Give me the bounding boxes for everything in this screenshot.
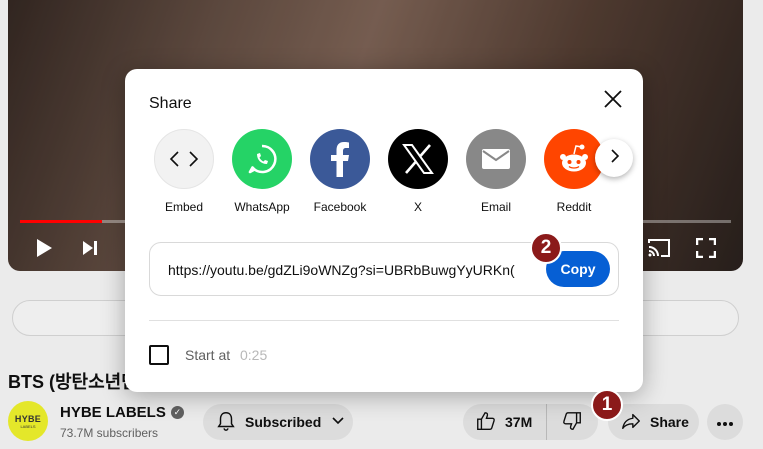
chevron-right-icon xyxy=(607,148,621,169)
share-target-facebook[interactable]: Facebook xyxy=(301,129,379,214)
dialog-title: Share xyxy=(149,95,192,112)
start-at-checkbox[interactable] xyxy=(149,345,169,365)
share-target-whatsapp[interactable]: WhatsApp xyxy=(223,129,301,214)
divider xyxy=(149,320,619,321)
share-url-field[interactable]: https://youtu.be/gdZLi9oWNZg?si=UBRbBuwg… xyxy=(168,262,516,278)
start-at-label: Start at xyxy=(185,347,231,363)
x-icon xyxy=(388,129,448,189)
step-marker-2: 2 xyxy=(530,232,562,264)
share-targets-row: Embed WhatsApp Facebook X Email Reddit xyxy=(153,129,623,219)
target-label: Reddit xyxy=(556,200,592,214)
target-label: X xyxy=(413,200,422,214)
share-targets-next-button[interactable] xyxy=(595,139,633,177)
progress-fill xyxy=(20,220,102,223)
target-label: WhatsApp xyxy=(234,200,290,214)
progress-bar[interactable] xyxy=(20,220,731,223)
next-icon[interactable] xyxy=(78,236,102,260)
target-label: Email xyxy=(480,200,511,214)
target-label: Embed xyxy=(164,200,204,214)
step-marker-1: 1 xyxy=(591,389,623,421)
close-icon xyxy=(603,89,623,114)
share-target-email[interactable]: Email xyxy=(457,129,535,214)
share-dialog: Share Embed WhatsApp Facebook X Email Re… xyxy=(125,69,643,392)
play-icon[interactable] xyxy=(32,236,56,260)
share-target-x[interactable]: X xyxy=(379,129,457,214)
target-label: Facebook xyxy=(313,200,367,214)
share-target-embed[interactable]: Embed xyxy=(153,129,223,214)
close-button[interactable] xyxy=(599,87,627,115)
email-icon xyxy=(466,129,526,189)
start-at-time-field[interactable]: 0:25 xyxy=(240,347,267,363)
facebook-icon xyxy=(310,129,370,189)
embed-icon xyxy=(154,129,214,189)
whatsapp-icon xyxy=(232,129,292,189)
cast-icon[interactable] xyxy=(645,236,673,260)
fullscreen-icon[interactable] xyxy=(694,236,718,260)
